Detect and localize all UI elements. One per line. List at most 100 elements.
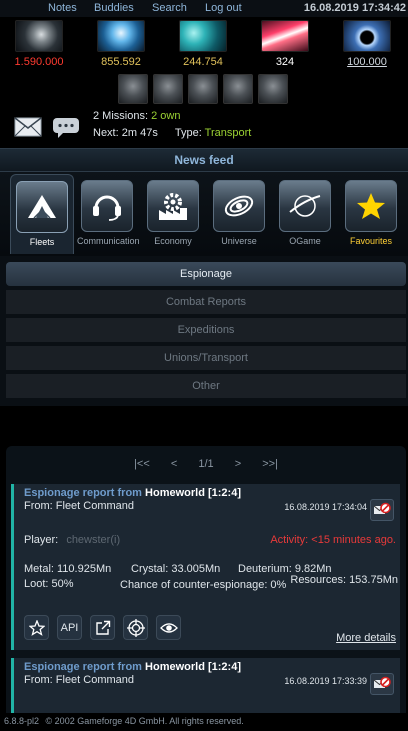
message-from: From: Fleet Command — [24, 674, 135, 686]
geologist-officer-icon[interactable] — [223, 74, 253, 104]
star-outline-icon — [28, 619, 45, 636]
dark-matter-icon — [343, 20, 391, 52]
api-button[interactable]: API — [57, 615, 82, 640]
planet-icon — [279, 180, 331, 232]
factory-icon — [147, 180, 199, 232]
subtab-combat-reports[interactable]: Combat Reports — [6, 290, 406, 314]
category-bar: Fleets Communication Economy Universe OG… — [0, 172, 408, 256]
chat-icon[interactable] — [52, 117, 80, 139]
message-item: Espionage report from Homeworld [1:2:4] … — [11, 484, 400, 650]
tab-ogame-label: OGame — [289, 236, 321, 246]
commander-officer-icon[interactable] — [118, 74, 148, 104]
tab-fleets[interactable]: Fleets — [10, 174, 74, 254]
subtab-expeditions[interactable]: Expeditions — [6, 318, 406, 342]
pager-last[interactable]: >>| — [262, 458, 278, 470]
tab-economy-label: Economy — [154, 236, 192, 246]
favourite-button[interactable] — [24, 615, 49, 640]
metal-amount: Metal: 110.925Mn — [24, 563, 112, 575]
logout-link[interactable]: Log out — [205, 2, 242, 14]
deuterium-resource[interactable]: 244.754 — [168, 20, 238, 70]
tab-favourites-label: Favourites — [349, 236, 393, 246]
tab-universe[interactable]: Universe — [209, 180, 269, 250]
tab-universe-label: Universe — [221, 236, 257, 246]
buddies-link[interactable]: Buddies — [94, 2, 134, 14]
more-details-link[interactable]: More details — [336, 632, 396, 644]
dark-matter-resource[interactable]: 100.000 — [332, 20, 402, 70]
player-field: Player: chewster(i) — [24, 534, 120, 546]
search-link[interactable]: Search — [152, 2, 187, 14]
delete-message-icon — [373, 502, 391, 514]
missions-own-link[interactable]: 2 own — [151, 110, 180, 122]
next-time: 2m 47s — [121, 127, 158, 139]
tab-economy[interactable]: Economy — [143, 180, 203, 250]
type-label: Type: — [174, 127, 202, 139]
crystal-amount: Crystal: 33.005Mn — [131, 563, 221, 575]
player-info-link[interactable]: (i) — [110, 534, 120, 546]
subtab-other[interactable]: Other — [6, 374, 406, 398]
message-title-prefix: Espionage report from — [24, 487, 142, 499]
top-bar: Notes Buddies Search Log out 16.08.2019 … — [0, 0, 408, 17]
crosshair-icon — [126, 618, 145, 637]
message-title[interactable]: Espionage report from Homeworld [1:2:4] — [24, 661, 241, 673]
energy-resource[interactable]: 324 — [250, 20, 320, 70]
resources-total: Resources: 153.75Mn — [290, 574, 398, 586]
message-from: From: Fleet Command — [24, 500, 135, 512]
pager-next[interactable]: > — [235, 458, 241, 470]
deuterium-value: 244.754 — [183, 56, 223, 68]
pagination: |<< < 1/1 > >>| — [6, 458, 406, 474]
technocrat-officer-icon[interactable] — [258, 74, 288, 104]
subtab-list: Espionage Combat Reports Expeditions Uni… — [0, 256, 408, 406]
message-title-planet: Homeworld [1:2:4] — [145, 661, 241, 673]
eye-icon — [159, 622, 178, 633]
player-label: Player: — [24, 534, 59, 546]
dark-matter-value[interactable]: 100.000 — [332, 56, 402, 68]
message-title[interactable]: Espionage report from Homeworld [1:2:4] — [24, 487, 241, 499]
missions-count: 2 Missions: — [93, 110, 149, 122]
type-value: Transport — [204, 127, 252, 139]
metal-resource[interactable]: 1.590.000 — [4, 20, 74, 70]
crystal-icon — [97, 20, 145, 52]
pager-first[interactable]: |<< — [134, 458, 150, 470]
crystal-value: 855.592 — [101, 56, 141, 68]
messages-panel: |<< < 1/1 > >>| Espionage report from Ho… — [6, 446, 406, 731]
message-date: 16.08.2019 17:34:04 — [284, 502, 367, 512]
delete-message-icon — [373, 676, 391, 688]
tab-communication[interactable]: Communication — [77, 180, 140, 250]
external-link-icon — [95, 620, 110, 635]
tab-ogame[interactable]: OGame — [275, 180, 335, 250]
pager-current: 1/1 — [198, 458, 214, 470]
mail-icon[interactable] — [14, 117, 42, 137]
loot-percent: Loot: 50% — [24, 578, 74, 590]
tab-favourites[interactable]: Favourites — [341, 180, 401, 250]
pager-prev[interactable]: < — [171, 458, 177, 470]
open-external-button[interactable] — [90, 615, 115, 640]
subtab-unions-transport[interactable]: Unions/Transport — [6, 346, 406, 370]
crystal-resource[interactable]: 855.592 — [86, 20, 156, 70]
energy-value: 324 — [275, 56, 295, 68]
message-title-planet: Homeworld [1:2:4] — [145, 487, 241, 499]
notes-link[interactable]: Notes — [48, 2, 77, 14]
attack-button[interactable] — [123, 615, 148, 640]
news-feed-header[interactable]: News feed — [0, 148, 408, 172]
activity-text: Activity: <15 minutes ago. — [270, 534, 396, 546]
delete-button[interactable] — [370, 499, 394, 521]
energy-icon — [261, 20, 309, 52]
message-title-prefix: Espionage report from — [24, 661, 142, 673]
server-datetime: 16.08.2019 17:34:42 — [303, 2, 406, 14]
next-label: Next: — [93, 127, 119, 139]
tab-fleets-label: Fleets — [29, 237, 55, 247]
metal-value: 1.590.000 — [14, 56, 64, 68]
counter-espionage-chance: Chance of counter-espionage: 0% — [120, 579, 287, 591]
copyright-text: © 2002 Gameforge 4D GmbH. All rights res… — [45, 716, 244, 726]
metal-icon — [15, 20, 63, 52]
footer: 6.8.8-pl2 © 2002 Gameforge 4D GmbH. All … — [0, 713, 408, 731]
admiral-officer-icon[interactable] — [153, 74, 183, 104]
subtab-espionage[interactable]: Espionage — [6, 262, 406, 286]
player-name[interactable]: chewster — [66, 534, 110, 546]
espionage-button[interactable] — [156, 615, 181, 640]
delete-button[interactable] — [370, 673, 394, 695]
deuterium-icon — [179, 20, 227, 52]
fleets-icon — [16, 181, 68, 233]
engineer-officer-icon[interactable] — [188, 74, 218, 104]
message-date: 16.08.2019 17:33:39 — [284, 676, 367, 686]
